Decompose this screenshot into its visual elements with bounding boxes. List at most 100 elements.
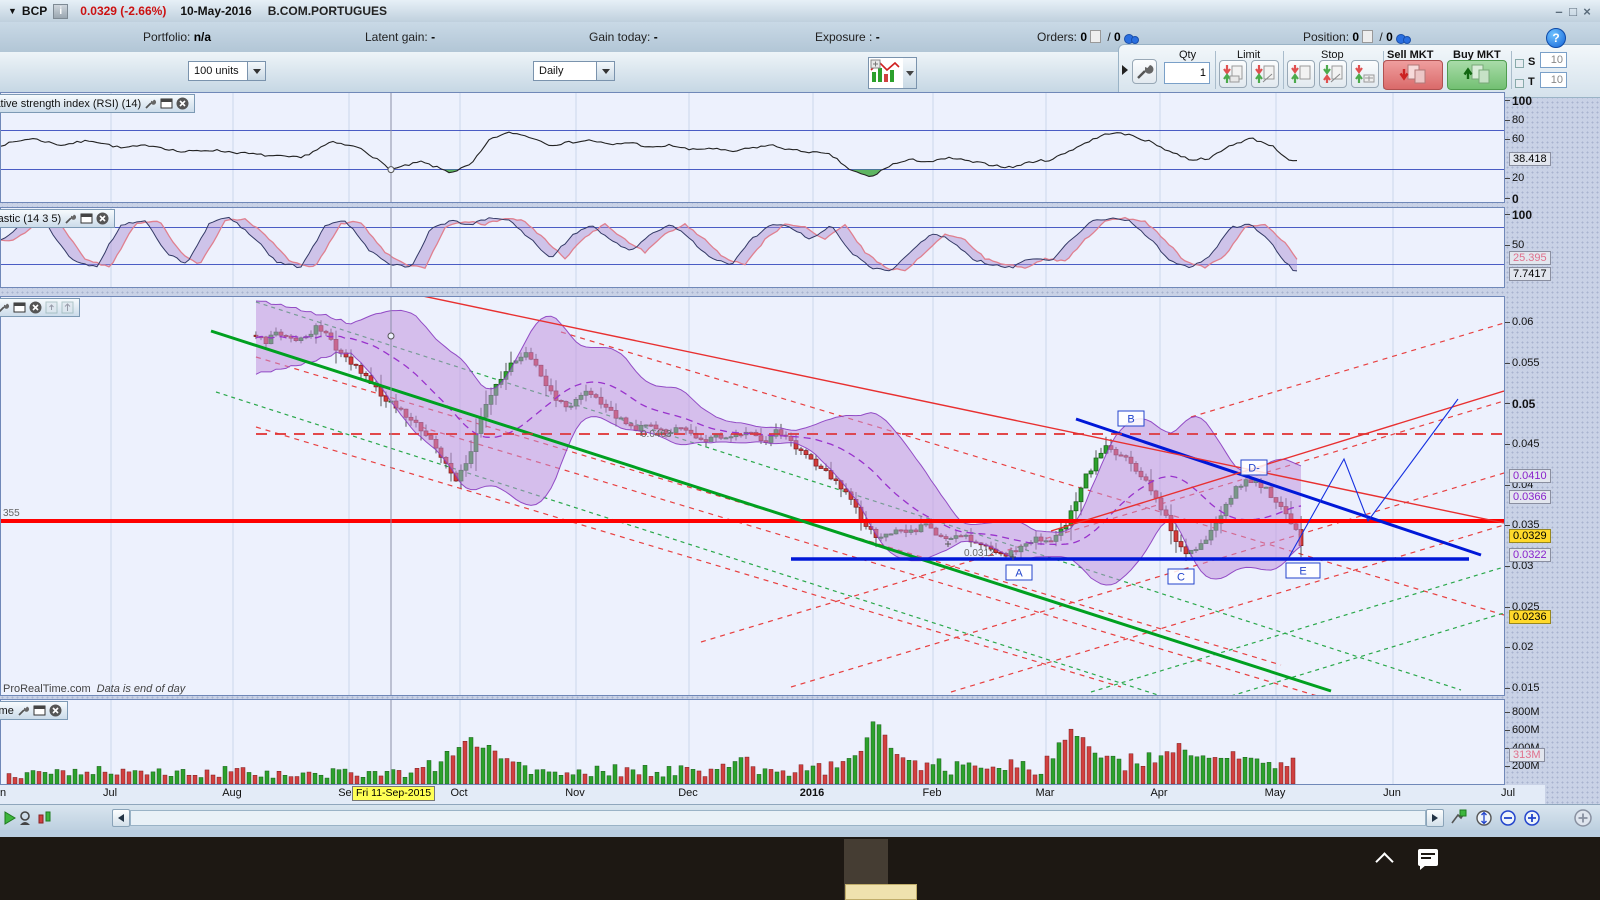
trading-app-window: ▼ BCP i 0.0329 (-2.66%) 10-May-2016 B.CO… <box>0 0 1600 900</box>
price-window-icon[interactable] <box>13 301 26 314</box>
price-panel[interactable]: ce ProRealTime.comData is end of day ABC… <box>0 296 1505 696</box>
price-settings-wrench-icon[interactable] <box>0 301 10 314</box>
scroll-left-button[interactable] <box>112 809 130 827</box>
desktop-zoom-icon[interactable] <box>1572 807 1596 829</box>
sell-limit-button[interactable] <box>1251 60 1279 88</box>
volume-plot[interactable] <box>1 700 1504 784</box>
status-value: - <box>654 30 658 44</box>
chart-type-button[interactable] <box>868 57 904 89</box>
rsi-window-icon[interactable] <box>160 97 173 110</box>
trailing-stop-icon <box>1352 61 1378 87</box>
take-profit-checkbox[interactable] <box>1515 79 1524 88</box>
maximize-button[interactable]: □ <box>1566 4 1580 19</box>
price-close-icon[interactable] <box>29 301 42 314</box>
status-value: 0 <box>1352 30 1359 44</box>
stop-loss-checkbox[interactable] <box>1515 59 1524 68</box>
volume-close-icon[interactable] <box>49 704 62 717</box>
price-level-badge: 0.0236 <box>1509 610 1551 624</box>
notification-center-icon[interactable] <box>1418 849 1438 866</box>
stoch-close-icon[interactable] <box>96 212 109 225</box>
volume-axis-tick: 800M <box>1512 706 1540 718</box>
order-doc-icon[interactable] <box>1090 30 1101 43</box>
value-axis[interactable]: 100806020038.4181005025.3957.74170.060.0… <box>1505 92 1600 804</box>
stop-trailing-button[interactable] <box>1351 60 1379 88</box>
buy-stop-button[interactable] <box>1287 60 1315 88</box>
svg-text:A: A <box>1015 568 1023 580</box>
zoom-tools[interactable] <box>1448 807 1540 829</box>
scroll-left-icons[interactable] <box>3 809 55 827</box>
stoch-settings-wrench-icon[interactable] <box>64 212 77 225</box>
svg-text:B: B <box>1127 414 1134 426</box>
month-label-jul: Jul <box>103 787 117 799</box>
sell-stop-button[interactable] <box>1319 60 1347 88</box>
svg-text:355: 355 <box>3 508 20 519</box>
buy-limit-icon <box>1220 61 1246 87</box>
stochastic-panel[interactable]: chastic (14 3 5) <box>0 207 1505 288</box>
month-label-may: May <box>1265 787 1286 799</box>
svg-text:0.0312: 0.0312 <box>964 548 995 559</box>
stochastic-panel-header: chastic (14 3 5) <box>0 209 115 228</box>
rsi-plot[interactable] <box>1 93 1504 202</box>
status-label: Exposure : <box>815 30 876 44</box>
status-label: Gain today: <box>589 30 654 44</box>
rsi-panel[interactable]: lative strength index (RSI) (14) <box>0 92 1505 203</box>
stop-loss-checkbox-label: S <box>1528 56 1535 68</box>
status-label: Latent gain: <box>365 30 431 44</box>
month-label-apr: Apr <box>1150 787 1167 799</box>
svg-text:E: E <box>1299 566 1306 578</box>
tray-chevron-icon[interactable] <box>1375 852 1393 870</box>
rsi-axis-tick: 0 <box>1512 192 1519 206</box>
status-separator: / <box>1376 30 1386 44</box>
price-panel-header: ce <box>0 298 80 317</box>
help-icon[interactable]: ? <box>1546 28 1566 48</box>
stoch-axis-tick: 50 <box>1512 239 1524 251</box>
stoch-window-icon[interactable] <box>80 212 93 225</box>
timeframe-select-arrow-icon[interactable] <box>596 62 614 80</box>
volume-axis-tick: 200M <box>1512 760 1540 772</box>
info-icon[interactable]: i <box>53 4 68 19</box>
status-item-exposure: Exposure : - <box>815 30 880 44</box>
stochastic-panel-title: chastic (14 3 5) <box>0 213 61 225</box>
volume-panel[interactable]: lume <box>0 699 1505 785</box>
volume-window-icon[interactable] <box>33 704 46 717</box>
sell-market-button[interactable] <box>1383 60 1443 90</box>
price-axis-tick: 0.015 <box>1512 682 1540 694</box>
instrument-name: B.COM.PORTUGUES <box>268 4 387 18</box>
price-plot[interactable]: ABCD-E0.04630.0312355 <box>1 297 1504 695</box>
time-axis[interactable]: nJulAugSepOctNovDec2016FebMarAprMayJunJu… <box>0 785 1545 805</box>
units-select[interactable]: 100 units <box>188 61 266 81</box>
price-level-badge: 0.0366 <box>1509 490 1551 504</box>
buy-market-button[interactable] <box>1447 60 1507 90</box>
buy-limit-button[interactable] <box>1219 60 1247 88</box>
rsi-settings-wrench-icon[interactable] <box>144 97 157 110</box>
chart-type-icon <box>869 58 901 86</box>
scroll-right-button[interactable] <box>1426 809 1444 827</box>
price-move-up-icon[interactable] <box>45 301 58 314</box>
scroll-track[interactable] <box>130 810 1426 826</box>
timeframe-select[interactable]: Daily <box>533 61 615 81</box>
svg-text:D-: D- <box>1248 463 1260 475</box>
stochastic-plot[interactable] <box>1 208 1504 287</box>
price-maximize-panel-icon[interactable] <box>61 301 74 314</box>
month-label-aug: Aug <box>222 787 242 799</box>
rsi-close-icon[interactable] <box>176 97 189 110</box>
svg-text:0.0463: 0.0463 <box>641 429 672 440</box>
quantity-input[interactable] <box>1164 62 1210 84</box>
symbol-dropdown-arrow-icon[interactable]: ▼ <box>8 6 17 16</box>
order-settings-button[interactable] <box>1132 59 1157 84</box>
title-bar: ▼ BCP i 0.0329 (-2.66%) 10-May-2016 B.CO… <box>0 0 1600 23</box>
panel-collapse-arrow-icon[interactable] <box>1122 65 1128 75</box>
status-value-2: 0 <box>1386 30 1393 44</box>
units-select-arrow-icon[interactable] <box>247 62 265 80</box>
close-button[interactable]: × <box>1580 4 1594 19</box>
minimize-button[interactable]: – <box>1552 4 1566 19</box>
price-level-badge: 0.0322 <box>1509 548 1551 562</box>
order-doc-icon[interactable] <box>1362 30 1373 43</box>
buy-stop-icon <box>1288 61 1314 87</box>
stop-loss-value-input[interactable] <box>1540 52 1567 68</box>
chart-type-dropdown-arrow[interactable] <box>903 57 917 89</box>
take-profit-value-input[interactable] <box>1540 72 1567 88</box>
volume-settings-wrench-icon[interactable] <box>17 704 30 717</box>
rsi-axis-tick: 80 <box>1512 114 1524 126</box>
status-item-portfolio: Portfolio: n/a <box>143 30 211 44</box>
